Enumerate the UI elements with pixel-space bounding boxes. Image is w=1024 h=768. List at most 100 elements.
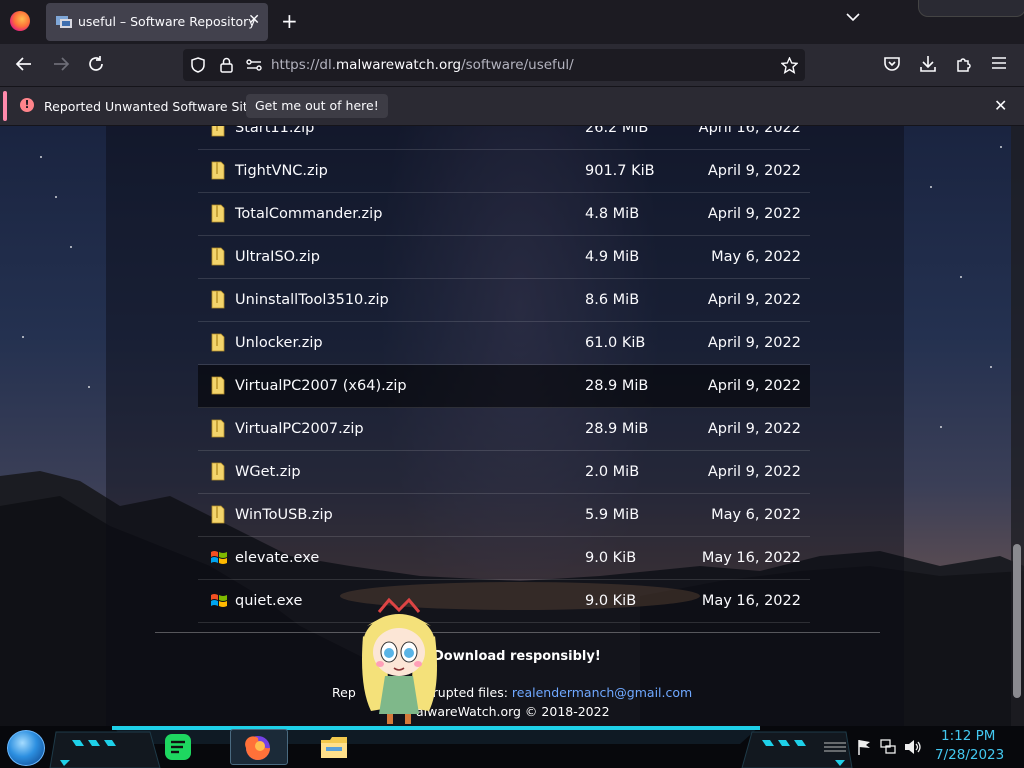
new-tab-icon[interactable]: + [281, 10, 298, 32]
url-bar[interactable]: https://dl.malwarewatch.org/software/use… [183, 49, 805, 81]
page-scrollbar[interactable] [1011, 126, 1024, 726]
file-date: May 6, 2022 [711, 249, 801, 265]
clock-date[interactable]: 7/28/2023 [935, 747, 1004, 763]
notification-accent [3, 91, 7, 121]
menu-hamburger-icon[interactable] [991, 55, 1007, 71]
bookmark-star-icon[interactable] [781, 57, 798, 74]
file-name-link[interactable]: quiet.exe [235, 593, 302, 609]
folder-icon [211, 290, 225, 309]
file-row[interactable]: VirtualPC2007 (x64).zip 28.9 MiB April 9, … [198, 365, 810, 408]
file-date: April 16, 2022 [698, 126, 801, 136]
file-size: 4.9 MiB [585, 249, 640, 265]
extensions-icon[interactable] [955, 55, 973, 73]
file-size: 26.2 MiB [585, 126, 649, 136]
start-button[interactable] [7, 730, 45, 766]
windows-executable-icon [211, 551, 227, 564]
file-row[interactable]: TotalCommander.zip 4.8 MiB April 9, 2022 [198, 193, 810, 236]
list-all-tabs-icon[interactable] [846, 12, 860, 22]
network-icon[interactable] [880, 739, 896, 755]
file-row[interactable]: elevate.exe 9.0 KiB May 16, 2022 [198, 537, 810, 580]
downloads-icon[interactable] [919, 55, 937, 73]
file-row[interactable]: VirtualPC2007.zip 28.9 MiB April 9, 2022 [198, 408, 810, 451]
file-size: 901.7 KiB [585, 163, 655, 179]
tab-active[interactable]: useful – Software Repository ✕ [46, 3, 268, 41]
tab-close-icon[interactable]: ✕ [248, 12, 260, 28]
scrollbar-thumb[interactable] [1013, 544, 1021, 698]
url-prefix: https://dl. [271, 57, 337, 73]
file-name-link[interactable]: WinToUSB.zip [235, 507, 333, 523]
warning-icon: ! [20, 98, 34, 112]
reload-icon[interactable] [87, 55, 105, 73]
notification-close-icon[interactable]: ✕ [994, 96, 1007, 115]
permissions-icon[interactable] [246, 58, 262, 72]
lock-icon[interactable] [220, 57, 233, 73]
file-explorer-icon[interactable] [318, 732, 350, 762]
url-text[interactable]: https://dl.malwarewatch.org/software/use… [271, 57, 574, 73]
back-icon[interactable] [15, 55, 33, 73]
file-size: 61.0 KiB [585, 335, 646, 351]
page-content: Start11.zip 26.2 MiB April 16, 2022 TightVN… [0, 126, 1024, 726]
file-date: April 9, 2022 [707, 335, 801, 351]
file-row[interactable]: Unlocker.zip 61.0 KiB April 9, 2022 [198, 322, 810, 365]
folder-icon [211, 376, 225, 395]
footer-divider [155, 632, 880, 633]
file-row[interactable]: quiet.exe 9.0 KiB May 16, 2022 [198, 580, 810, 623]
get-me-out-button[interactable]: Get me out of here! [246, 94, 388, 118]
file-row[interactable]: WinToUSB.zip 5.9 MiB May 6, 2022 [198, 494, 810, 537]
file-size: 9.0 KiB [585, 550, 637, 566]
window-controls[interactable] [918, 0, 1024, 17]
file-row[interactable]: Start11.zip 26.2 MiB April 16, 2022 [198, 126, 810, 150]
file-name-link[interactable]: VirtualPC2007 (x64).zip [235, 378, 407, 394]
file-name-link[interactable]: TightVNC.zip [235, 163, 328, 179]
action-center-flag-icon[interactable] [857, 739, 871, 755]
file-row[interactable]: TightVNC.zip 901.7 KiB April 9, 2022 [198, 150, 810, 193]
nav-toolbar: https://dl.malwarewatch.org/software/use… [0, 44, 1024, 86]
taskbar-accent-bar [112, 726, 760, 730]
file-date: May 16, 2022 [701, 593, 801, 609]
file-name-link[interactable]: Start11.zip [235, 126, 314, 136]
file-date: May 6, 2022 [711, 507, 801, 523]
notes-app-icon[interactable] [162, 732, 194, 762]
file-size: 8.6 MiB [585, 292, 640, 308]
volume-icon[interactable] [904, 739, 922, 755]
forward-icon[interactable] [52, 55, 70, 73]
clock-time[interactable]: 1:12 PM [941, 728, 995, 744]
tracking-protection-shield-icon[interactable] [191, 57, 205, 73]
folder-icon [211, 247, 225, 266]
tab-strip: useful – Software Repository ✕ + [0, 0, 1024, 44]
file-name-link[interactable]: UninstallTool3510.zip [235, 292, 389, 308]
firefox-view-icon[interactable] [10, 11, 30, 31]
file-name-link[interactable]: VirtualPC2007.zip [235, 421, 364, 437]
taskbar: 1:12 PM 7/28/2023 [0, 726, 1024, 768]
folder-icon [211, 505, 225, 524]
show-desktop-icon[interactable] [824, 741, 846, 753]
file-row[interactable]: UltraISO.zip 4.9 MiB May 6, 2022 [198, 236, 810, 279]
file-name-link[interactable]: WGet.zip [235, 464, 301, 480]
file-date: April 9, 2022 [707, 292, 801, 308]
pocket-icon[interactable] [883, 55, 901, 73]
folder-icon [211, 462, 225, 481]
file-name-link[interactable]: elevate.exe [235, 550, 319, 566]
file-list: Start11.zip 26.2 MiB April 16, 2022 TightVN… [198, 126, 810, 623]
file-name-link[interactable]: Unlocker.zip [235, 335, 323, 351]
footer-email-link[interactable]: realendermanch@gmail.com [512, 685, 692, 700]
url-domain: malwarewatch.org [336, 57, 462, 73]
file-size: 28.9 MiB [585, 378, 649, 394]
windows-executable-icon [211, 594, 227, 607]
file-size: 5.9 MiB [585, 507, 640, 523]
folder-icon [211, 126, 225, 137]
file-name-link[interactable]: TotalCommander.zip [235, 206, 382, 222]
file-size: 4.8 MiB [585, 206, 640, 222]
file-row[interactable]: UninstallTool3510.zip 8.6 MiB April 9, 202… [198, 279, 810, 322]
folder-icon [211, 161, 225, 180]
folder-icon [211, 333, 225, 352]
notification-message: Reported Unwanted Software Site! [44, 99, 261, 114]
file-date: April 9, 2022 [707, 421, 801, 437]
file-date: May 16, 2022 [701, 550, 801, 566]
file-name-link[interactable]: UltraISO.zip [235, 249, 320, 265]
unwanted-software-notification-bar: ! Reported Unwanted Software Site! Get m… [0, 86, 1024, 126]
file-row[interactable]: WGet.zip 2.0 MiB April 9, 2022 [198, 451, 810, 494]
firefox-taskbar-icon[interactable] [242, 732, 274, 762]
folder-icon [211, 419, 225, 438]
file-date: April 9, 2022 [707, 378, 801, 394]
